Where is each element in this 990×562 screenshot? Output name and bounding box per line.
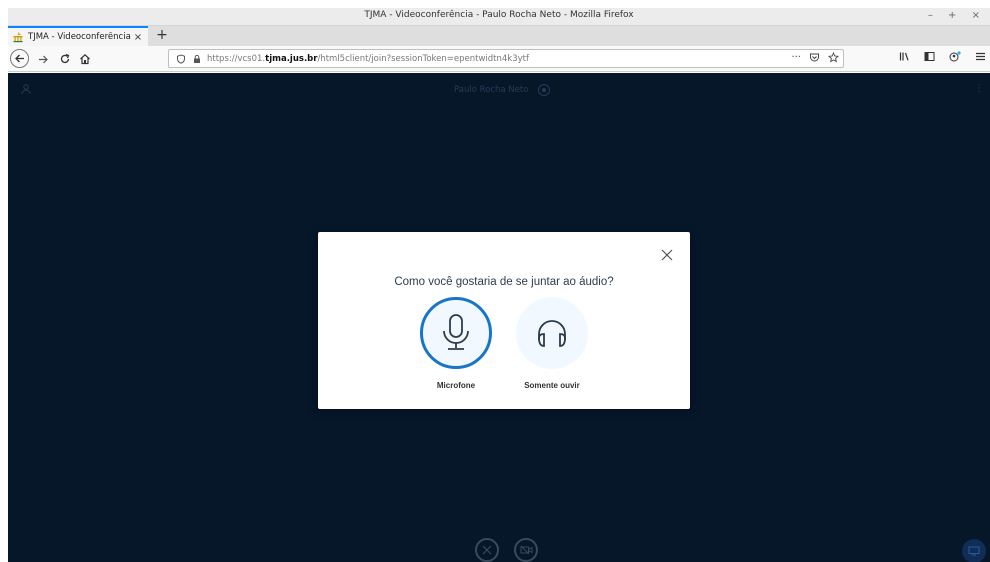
listen-only-label: Somente ouvir (524, 381, 580, 390)
microphone-icon (443, 314, 469, 350)
listen-only-button[interactable] (516, 297, 588, 369)
monitor-icon (968, 546, 980, 556)
sidebar-icon[interactable] (924, 51, 935, 65)
page-actions-button[interactable]: ··· (791, 52, 801, 66)
address-bar[interactable]: https://vcs01.tjma.jus.br/html5client/jo… (168, 49, 844, 68)
microphone-button[interactable] (420, 297, 492, 369)
headphones-icon (538, 320, 566, 347)
home-button[interactable] (76, 50, 94, 68)
reload-button[interactable] (56, 50, 74, 68)
arrow-left-icon (15, 54, 24, 63)
site-favicon-icon (12, 31, 24, 43)
tab-close-icon[interactable]: × (132, 32, 144, 43)
record-indicator[interactable] (538, 84, 550, 96)
microphone-option[interactable]: Microfone (420, 297, 492, 390)
tab-strip: TJMA - Videoconferência - P × + (8, 26, 990, 46)
navigation-bar: https://vcs01.tjma.jus.br/html5client/jo… (8, 46, 990, 72)
tab-title: TJMA - Videoconferência - P (28, 32, 132, 42)
options-menu-icon[interactable]: ⋮ (974, 83, 984, 94)
window-titlebar: TJMA - Videoconferência - Paulo Rocha Ne… (8, 8, 990, 26)
bookmark-star-icon[interactable] (827, 51, 840, 66)
lock-icon[interactable] (191, 53, 203, 65)
window-controls[interactable]: – + × (928, 10, 986, 21)
mute-audio-button[interactable] (475, 538, 499, 562)
forward-button[interactable] (34, 50, 52, 68)
camera-off-icon (520, 545, 532, 555)
tracking-shield-icon[interactable] (175, 53, 187, 65)
modal-question: Como você gostaria de se juntar ao áudio… (394, 276, 614, 288)
screen-share-button[interactable] (962, 539, 986, 562)
close-icon[interactable] (660, 248, 674, 262)
window-title: TJMA - Videoconferência - Paulo Rocha Ne… (364, 10, 634, 20)
share-camera-button[interactable] (514, 538, 538, 562)
listen-only-option[interactable]: Somente ouvir (516, 297, 588, 390)
user-list-icon[interactable] (20, 83, 32, 95)
arrow-right-icon (38, 55, 48, 63)
account-icon[interactable] (949, 51, 961, 65)
toolbar-right (899, 51, 986, 65)
url-text: https://vcs01.tjma.jus.br/html5client/jo… (207, 53, 529, 64)
back-button[interactable] (10, 49, 29, 68)
record-dot-icon (542, 88, 546, 92)
reload-icon (60, 53, 70, 64)
new-tab-button[interactable]: + (154, 27, 170, 43)
meeting-title: Paulo Rocha Neto (454, 85, 529, 95)
join-audio-modal: Como você gostaria de se juntar ao áudio… (318, 232, 690, 409)
browser-tab[interactable]: TJMA - Videoconferência - P × (8, 26, 148, 46)
address-bar-actions: ··· (791, 51, 840, 66)
audio-off-icon (482, 545, 492, 555)
library-icon[interactable] (899, 51, 910, 65)
pocket-icon[interactable] (809, 52, 820, 66)
home-icon (80, 53, 90, 65)
menu-icon[interactable] (975, 51, 986, 65)
